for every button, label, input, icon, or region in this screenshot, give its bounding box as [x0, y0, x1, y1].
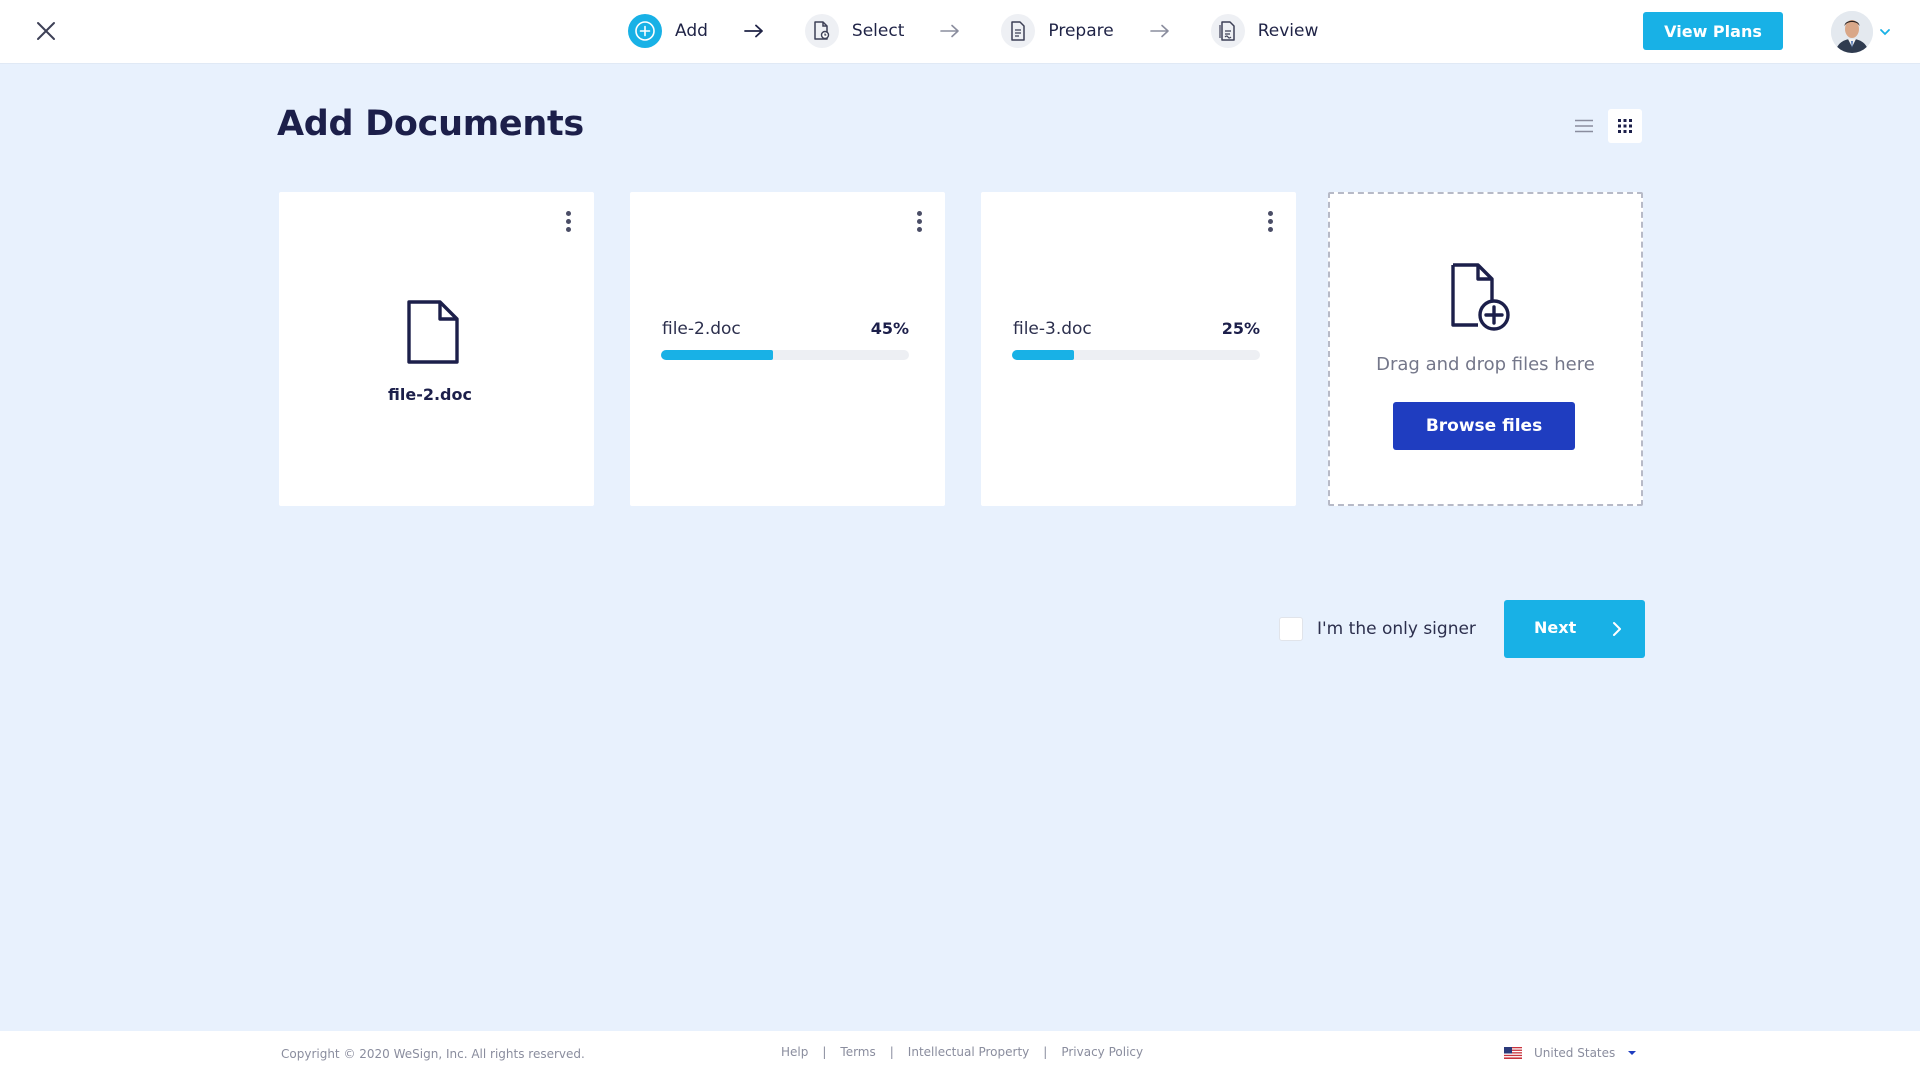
top-bar: Add Select Prepare Review View Plans [0, 0, 1920, 63]
grid-view-icon[interactable] [1608, 109, 1642, 143]
only-signer-checkbox[interactable] [1279, 617, 1303, 641]
document-lines-icon [1001, 14, 1036, 48]
document-card[interactable]: file-2.doc [279, 192, 594, 506]
only-signer-label[interactable]: I'm the only signer [1317, 619, 1476, 639]
more-options-icon[interactable] [558, 208, 578, 234]
file-dropzone[interactable]: Drag and drop files here Browse files [1328, 192, 1643, 506]
step-prepare[interactable]: Prepare [1001, 14, 1114, 48]
list-view-icon[interactable] [1570, 112, 1598, 140]
step-review[interactable]: Review [1210, 14, 1319, 48]
copyright-text: Copyright © 2020 WeSign, Inc. All rights… [281, 1047, 585, 1061]
document-signature-icon [1210, 14, 1245, 48]
add-document-icon [1450, 262, 1514, 334]
page-title: Add Documents [277, 104, 584, 144]
arrow-right-icon [1149, 24, 1170, 38]
step-select[interactable]: Select [804, 14, 905, 48]
step-add[interactable]: Add [628, 14, 708, 48]
footer-links: Help | Terms | Intellectual Property | P… [781, 1045, 1143, 1059]
upload-progress-bar [1012, 350, 1260, 360]
document-name: file-2.doc [388, 385, 472, 404]
upload-progress-fill [1012, 350, 1074, 360]
footer-link-intellectual-property[interactable]: Intellectual Property [908, 1045, 1029, 1059]
chevron-down-icon [1880, 29, 1890, 36]
footer-separator: | [822, 1045, 827, 1059]
footer-link-terms[interactable]: Terms [840, 1045, 875, 1059]
step-prepare-label: Prepare [1048, 21, 1114, 41]
more-options-icon[interactable] [909, 208, 929, 234]
plus-circle-icon [628, 14, 662, 48]
locale-selector[interactable]: United States [1504, 1046, 1637, 1060]
user-menu[interactable] [1831, 11, 1891, 53]
caret-down-icon [1628, 1051, 1637, 1055]
document-card-uploading[interactable]: file-2.doc 45% [630, 192, 945, 506]
close-icon[interactable] [34, 19, 58, 43]
step-select-label: Select [851, 21, 905, 41]
document-search-icon [804, 14, 839, 48]
upload-progress-fill [661, 350, 773, 360]
document-name: file-3.doc [1013, 319, 1092, 339]
us-flag-icon [1504, 1047, 1522, 1059]
footer-link-privacy-policy[interactable]: Privacy Policy [1061, 1045, 1143, 1059]
document-icon [406, 299, 460, 365]
footer-separator: | [1043, 1045, 1048, 1059]
step-add-label: Add [675, 21, 708, 41]
more-options-icon[interactable] [1260, 208, 1280, 234]
footer: Copyright © 2020 WeSign, Inc. All rights… [0, 1031, 1920, 1080]
avatar [1831, 11, 1873, 53]
arrow-right-icon [744, 24, 764, 38]
arrow-right-icon [940, 24, 960, 38]
dropzone-text: Drag and drop files here [1376, 354, 1595, 375]
footer-link-help[interactable]: Help [781, 1045, 808, 1059]
step-review-label: Review [1257, 21, 1319, 41]
document-name: file-2.doc [662, 319, 741, 339]
locale-label: United States [1534, 1046, 1616, 1060]
upload-progress-bar [661, 350, 909, 360]
view-plans-button[interactable]: View Plans [1643, 12, 1783, 50]
wizard-steps: Add Select Prepare Review [628, 13, 1318, 49]
chevron-right-icon [1613, 622, 1621, 636]
browse-files-button[interactable]: Browse files [1393, 402, 1575, 450]
upload-percentage: 45% [870, 319, 909, 338]
next-button[interactable]: Next [1504, 600, 1645, 658]
footer-separator: | [889, 1045, 894, 1059]
upload-percentage: 25% [1221, 319, 1260, 338]
document-card-uploading[interactable]: file-3.doc 25% [981, 192, 1296, 506]
next-button-label: Next [1534, 618, 1577, 637]
